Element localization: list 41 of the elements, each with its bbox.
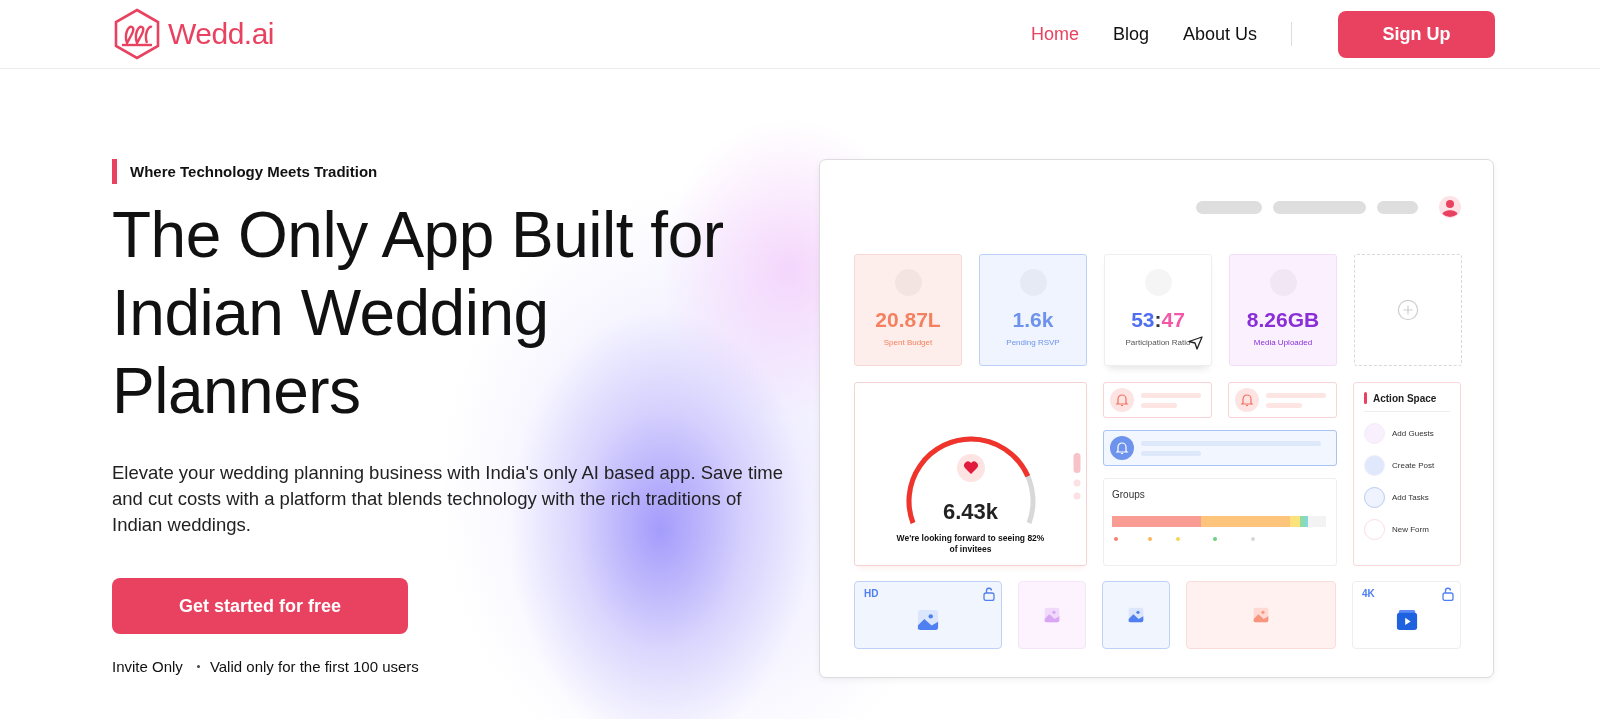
image-icon [1044, 607, 1060, 623]
stat-label: Spent Budget [882, 338, 934, 348]
pager-drawing [1073, 453, 1081, 501]
avatar-icon [1439, 196, 1461, 218]
stat-label: Participation Ratio [1124, 338, 1192, 348]
video-icon [1395, 609, 1418, 631]
image-icon [917, 609, 939, 631]
gauge-caption: We're looking forward to seeing 82% of invitees [895, 533, 1046, 555]
stat-value: 1.6k [1012, 308, 1054, 332]
stat-label: Media Uploaded [1253, 338, 1313, 348]
bell-icon [1235, 388, 1259, 412]
quality-label: HD [864, 588, 879, 599]
nav-link[interactable]: About Us [1182, 23, 1257, 45]
get-started-button[interactable]: Get started for free [112, 578, 408, 634]
stat-value: 20.87L [875, 308, 941, 332]
action-item[interactable]: Add Guests [1392, 429, 1434, 438]
bell-icon [1110, 388, 1134, 412]
stat-value: 53:47 [1131, 308, 1185, 332]
skeleton-bar [1377, 200, 1418, 214]
sign-up-button[interactable]: Sign Up [1338, 10, 1495, 58]
action-space-title: Action Space [1373, 392, 1437, 404]
separator-dot-icon [196, 665, 200, 668]
note-text: Valid only for the first 100 users [209, 658, 419, 675]
image-icon [1128, 607, 1144, 623]
bell-icon [1110, 436, 1134, 460]
action-item[interactable]: Add Tasks [1392, 493, 1429, 502]
skeleton-bar [1196, 200, 1262, 214]
stat-value: 8.26GB [1246, 308, 1320, 332]
stat-label: Pending RSVP [1005, 338, 1061, 348]
groups-title: Groups [1112, 489, 1146, 500]
image-icon [1253, 607, 1269, 623]
nav-link[interactable]: Home [1030, 23, 1079, 45]
hero-heading: The Only App Built for Indian Wedding Planners [112, 198, 725, 429]
hero-description: Elevate your wedding planning business with India's only AI based app. Save time and cut costs with a platform that blends technology with the rich traditions of Indian weddings. [112, 461, 784, 537]
action-item[interactable]: Create Post [1392, 461, 1435, 470]
action-item[interactable]: New Form [1392, 525, 1429, 534]
brand-name[interactable]: Wedd.ai [168, 17, 274, 51]
nav-link[interactable]: Blog [1112, 23, 1149, 45]
add-icon [1397, 299, 1419, 321]
quality-label: 4K [1362, 588, 1375, 599]
note-text: Invite Only [112, 658, 183, 675]
